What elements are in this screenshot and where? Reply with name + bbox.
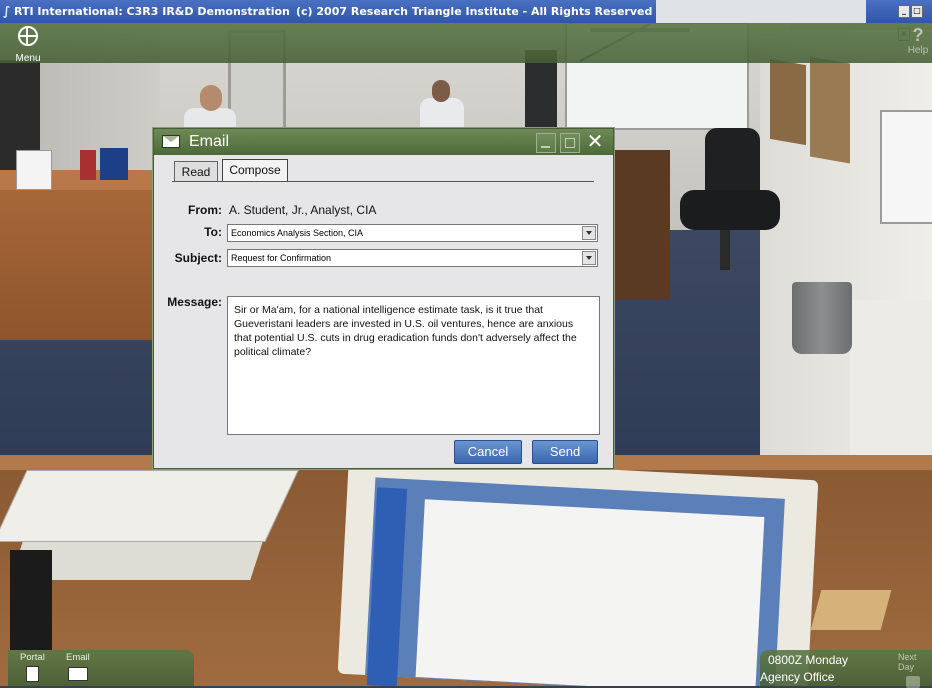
game-time: 0800Z Monday: [768, 653, 849, 667]
tab-compose[interactable]: Compose: [222, 159, 288, 181]
subject-dropdown-value: Request for Confirmation: [231, 253, 332, 263]
book: [810, 590, 892, 630]
portal-button[interactable]: Portal: [20, 652, 50, 682]
help-label: Help: [907, 45, 929, 56]
from-label: From:: [188, 203, 222, 217]
right-lower-wall: [850, 300, 932, 480]
email-button[interactable]: Email: [66, 652, 98, 681]
menu-label: Menu: [15, 53, 41, 64]
cancel-button[interactable]: Cancel: [454, 440, 522, 464]
subject-dropdown[interactable]: Request for Confirmation: [227, 249, 598, 267]
email-label: Email: [66, 652, 90, 663]
dialog-maximize-button[interactable]: [560, 133, 580, 153]
window-titlebar: ∫ RTI International: C3R3 IR&D Demonstra…: [0, 0, 932, 41]
back-desk: [610, 150, 670, 300]
coworker-head: [200, 85, 222, 111]
corkboard: [770, 58, 806, 146]
corkboard-2: [810, 56, 850, 164]
red-binder: [80, 150, 96, 180]
chevron-down-icon[interactable]: [582, 251, 596, 265]
next-day-button[interactable]: Next Day: [898, 652, 932, 688]
trash-can: [792, 282, 852, 354]
next-day-icon: [906, 676, 920, 688]
game-topbar: Menu ? Help: [0, 23, 932, 64]
to-dropdown-value: Economics Analysis Section, CIA: [231, 228, 364, 238]
dialog-close-button[interactable]: ✕: [584, 130, 606, 152]
titlebar-blank-region: [656, 0, 866, 23]
laptop-lid: [0, 470, 299, 542]
message-textarea[interactable]: Sir or Ma'am, for a national intelligenc…: [227, 296, 600, 435]
email-dialog: Email ✕ Read Compose From: A. Student, J…: [153, 128, 614, 469]
side-whiteboard: [880, 110, 932, 224]
globe-icon: [18, 26, 38, 46]
bottom-left-bar: Portal Email: [8, 650, 194, 686]
window-copyright: (c) 2007 Research Triangle Institute - A…: [296, 5, 653, 18]
subject-label: Subject:: [174, 251, 222, 265]
document-icon: [26, 666, 39, 682]
app-logo-icon: ∫: [3, 4, 11, 18]
email-dialog-titlebar[interactable]: Email ✕: [154, 129, 613, 155]
coworker-2-body: [420, 98, 464, 130]
monitor-document: [415, 499, 765, 686]
blue-binder: [100, 148, 128, 180]
window-title: RTI International: C3R3 IR&D Demonstrati…: [14, 5, 290, 18]
location-label: Agency Office: [760, 670, 835, 684]
email-dialog-title: Email: [189, 133, 230, 150]
tab-read[interactable]: Read: [174, 161, 218, 181]
from-value: A. Student, Jr., Analyst, CIA: [229, 203, 377, 217]
envelope-icon: [162, 135, 180, 148]
dialog-minimize-button[interactable]: [536, 133, 556, 153]
menu-button[interactable]: Menu: [8, 26, 48, 64]
portal-label: Portal: [20, 652, 45, 663]
minimize-icon[interactable]: _: [898, 5, 910, 18]
office-chair-base: [720, 230, 730, 270]
envelope-icon: [68, 667, 88, 681]
coworker-2-head: [432, 80, 450, 102]
pc-tower: [10, 550, 52, 650]
message-label: Message:: [167, 295, 222, 309]
left-desk: [0, 180, 160, 340]
next-day-label: Next Day: [898, 652, 917, 672]
desk-lamp: [16, 150, 52, 190]
bottom-right-bar: 0800Z Monday Agency Office Next Day: [760, 650, 932, 688]
maximize-icon[interactable]: □: [911, 5, 923, 18]
chevron-down-icon[interactable]: [582, 226, 596, 240]
help-button[interactable]: ? Help: [904, 25, 932, 61]
office-chair-seat: [680, 190, 780, 230]
help-icon: ?: [912, 25, 924, 45]
send-button[interactable]: Send: [532, 440, 598, 464]
message-body: Sir or Ma'am, for a national intelligenc…: [234, 304, 577, 358]
to-dropdown[interactable]: Economics Analysis Section, CIA: [227, 224, 598, 242]
to-label: To:: [204, 225, 222, 239]
